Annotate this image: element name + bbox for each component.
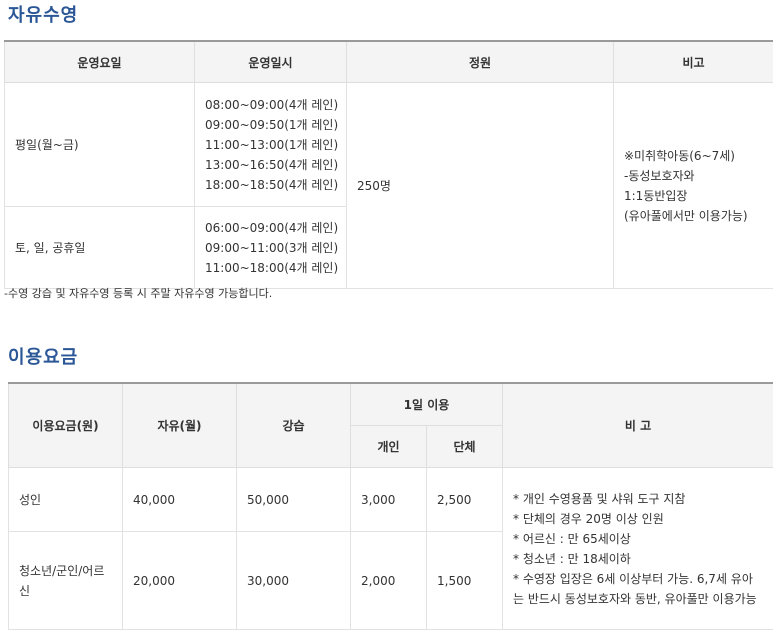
- fee-free-youth: 20,000: [122, 531, 237, 630]
- remark-line: * 수영장 입장은 6세 이상부터 가능. 6,7세 유아는 반드시 동성보호자…: [513, 571, 757, 606]
- fee-type-adult: 성인: [8, 467, 123, 532]
- header-fee-type: 이용요금(원): [8, 382, 123, 468]
- free-swim-remarks: ※미취학아동(6~7세) -동성보호자와 1:1동반입장 (유아풀에서만 이용가…: [613, 82, 773, 289]
- time-slot: 11:00~18:00(4개 레인): [205, 260, 339, 275]
- fee-lesson-youth: 30,000: [236, 531, 351, 630]
- time-slot: 11:00~13:00(1개 레인): [205, 137, 339, 152]
- time-slot: 13:00~16:50(4개 레인): [205, 157, 339, 172]
- remark-line: * 청소년 : 만 18세이하: [513, 551, 631, 566]
- capacity-cell: 250명: [346, 82, 614, 289]
- fee-individual-adult: 3,000: [350, 467, 427, 532]
- fee-individual-youth: 2,000: [350, 531, 427, 630]
- table-row: 평일(월~금) 08:00~09:00(4개 레인) 09:00~09:50(1…: [4, 82, 773, 289]
- header-lesson: 강습: [236, 382, 351, 468]
- time-slot: 08:00~09:00(4개 레인): [205, 97, 339, 112]
- header-time: 운영일시: [194, 40, 347, 83]
- row-weekend-times: 06:00~09:00(4개 레인) 09:00~11:00(3개 레인) 11…: [194, 206, 347, 289]
- free-swim-table: 운영요일 운영일시 정원 비고 평일(월~금) 08:00~09:00(4개 레…: [4, 40, 773, 289]
- header-remarks: 비고: [613, 40, 773, 83]
- fee-title: 이용요금: [8, 347, 79, 368]
- free-swim-title: 자유수영: [8, 5, 79, 26]
- free-swim-note: -수영 강습 및 자유수영 등록 시 주말 자유수영 가능합니다.: [4, 287, 273, 300]
- fee-group-adult: 2,500: [426, 467, 503, 532]
- header-group: 단체: [426, 425, 503, 468]
- time-slot: 09:00~11:00(3개 레인): [205, 240, 339, 255]
- fee-remarks: * 개인 수영용품 및 샤워 도구 지참 * 단체의 경우 20명 이상 인원 …: [502, 467, 773, 630]
- remark-line: ※미취학아동(6~7세): [624, 148, 735, 163]
- header-day: 운영요일: [4, 40, 195, 83]
- remark-line: * 단체의 경우 20명 이상 인원: [513, 511, 664, 526]
- fee-free-adult: 40,000: [122, 467, 237, 532]
- free-swim-header-row: 운영요일 운영일시 정원 비고: [4, 40, 773, 83]
- fee-lesson-adult: 50,000: [236, 467, 351, 532]
- header-capacity: 정원: [346, 40, 614, 83]
- remark-line: 1:1동반입장: [624, 188, 688, 203]
- table-row: 성인 40,000 50,000 3,000 2,500 * 개인 수영용품 및…: [8, 467, 773, 630]
- remark-line: * 개인 수영용품 및 샤워 도구 지참: [513, 491, 686, 506]
- header-fee-remarks: 비 고: [502, 382, 773, 468]
- remark-line: -동성보호자와: [624, 168, 695, 183]
- remark-line: (유아풀에서만 이용가능): [624, 208, 748, 223]
- remark-line: * 어르신 : 만 65세이상: [513, 531, 631, 546]
- time-slot: 18:00~18:50(4개 레인): [205, 177, 339, 192]
- fee-group-youth: 1,500: [426, 531, 503, 630]
- time-slot: 06:00~09:00(4개 레인): [205, 220, 339, 235]
- fee-type-youth: 청소년/군인/어르신: [8, 531, 123, 630]
- row-weekday-times: 08:00~09:00(4개 레인) 09:00~09:50(1개 레인) 11…: [194, 82, 347, 207]
- header-free-monthly: 자유(월): [122, 382, 237, 468]
- time-slot: 09:00~09:50(1개 레인): [205, 117, 339, 132]
- header-individual: 개인: [350, 425, 427, 468]
- header-daily: 1일 이용: [350, 382, 503, 426]
- fee-header-row: 이용요금(원) 자유(월) 강습 1일 이용 비 고: [8, 382, 773, 468]
- row-weekday-day: 평일(월~금): [4, 82, 195, 207]
- row-weekend-day: 토, 일, 공휴일: [4, 206, 195, 289]
- fee-table: 이용요금(원) 자유(월) 강습 1일 이용 비 고 개인 단체 성인 40,0…: [8, 382, 773, 630]
